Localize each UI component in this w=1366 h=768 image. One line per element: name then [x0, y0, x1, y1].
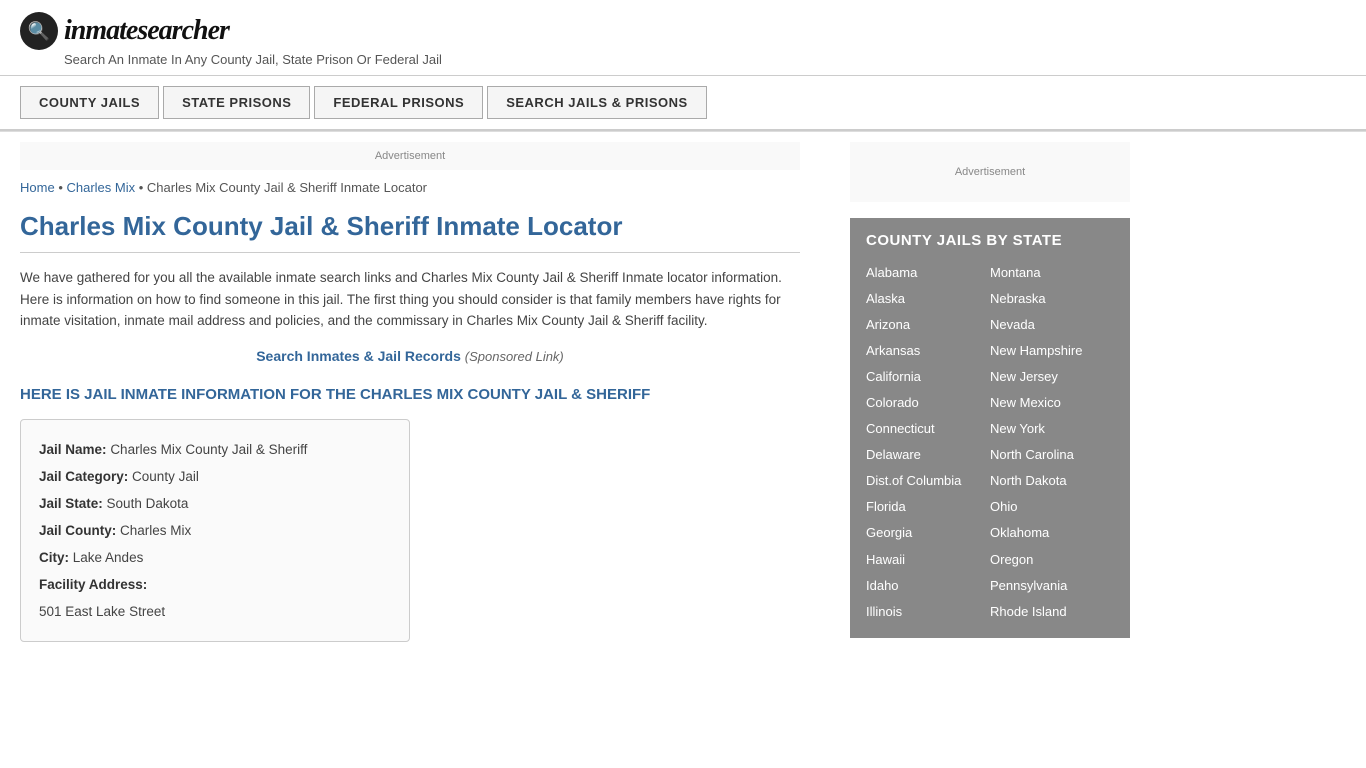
- state-link[interactable]: Nevada: [990, 313, 1114, 337]
- jail-county-row: Jail County: Charles Mix: [39, 517, 391, 544]
- state-link[interactable]: Arizona: [866, 313, 990, 337]
- state-link[interactable]: Nebraska: [990, 287, 1114, 311]
- jail-category-row: Jail Category: County Jail: [39, 463, 391, 490]
- state-link[interactable]: Alaska: [866, 287, 990, 311]
- state-link[interactable]: New Mexico: [990, 391, 1114, 415]
- jail-address-label: Facility Address:: [39, 577, 147, 592]
- state-link[interactable]: Dist.of Columbia: [866, 469, 990, 493]
- jail-state-label: Jail State:: [39, 496, 103, 511]
- jail-state-value-text: South Dakota: [107, 496, 189, 511]
- state-link[interactable]: Illinois: [866, 600, 990, 624]
- states-right-col: MontanaNebraskaNevadaNew HampshireNew Je…: [990, 261, 1114, 624]
- jail-city-row: City: Lake Andes: [39, 544, 391, 571]
- search-link-section: Search Inmates & Jail Records (Sponsored…: [20, 348, 800, 364]
- jail-section-header: HERE IS JAIL INMATE INFORMATION FOR THE …: [20, 384, 800, 405]
- jail-category-label: Jail Category:: [39, 469, 128, 484]
- main-layout: Advertisement Home • Charles Mix • Charl…: [0, 132, 1366, 672]
- state-list-title: COUNTY JAILS BY STATE: [866, 232, 1114, 249]
- state-link[interactable]: Idaho: [866, 574, 990, 598]
- logo-icon: 🔍: [20, 12, 58, 50]
- breadcrumb-current: Charles Mix County Jail & Sheriff Inmate…: [147, 180, 427, 195]
- states-left-col: AlabamaAlaskaArizonaArkansasCaliforniaCo…: [866, 261, 990, 624]
- jail-address-row: Facility Address: 501 East Lake Street: [39, 571, 391, 625]
- state-link[interactable]: Colorado: [866, 391, 990, 415]
- sponsored-text: (Sponsored Link): [465, 349, 564, 364]
- state-link[interactable]: New York: [990, 417, 1114, 441]
- state-link[interactable]: Connecticut: [866, 417, 990, 441]
- state-link[interactable]: New Jersey: [990, 365, 1114, 389]
- nav-bar: COUNTY JAILS STATE PRISONS FEDERAL PRISO…: [0, 76, 1366, 131]
- jail-address-value: 501 East Lake Street: [39, 604, 165, 619]
- jail-name-row: Jail Name: Charles Mix County Jail & She…: [39, 436, 391, 463]
- state-link[interactable]: Rhode Island: [990, 600, 1114, 624]
- breadcrumb-parent[interactable]: Charles Mix: [66, 180, 135, 195]
- nav-federal-prisons[interactable]: FEDERAL PRISONS: [314, 86, 483, 119]
- jail-category-value-text: County Jail: [132, 469, 199, 484]
- nav-county-jails[interactable]: COUNTY JAILS: [20, 86, 159, 119]
- state-link[interactable]: Oklahoma: [990, 521, 1114, 545]
- state-link[interactable]: Pennsylvania: [990, 574, 1114, 598]
- page-description: We have gathered for you all the availab…: [20, 267, 800, 332]
- state-link[interactable]: North Carolina: [990, 443, 1114, 467]
- site-tagline: Search An Inmate In Any County Jail, Sta…: [64, 52, 1346, 67]
- state-link[interactable]: Delaware: [866, 443, 990, 467]
- logo-area: 🔍 inmatesearcher: [20, 12, 1346, 50]
- state-link[interactable]: New Hampshire: [990, 339, 1114, 363]
- state-link[interactable]: Ohio: [990, 495, 1114, 519]
- logo-text: inmatesearcher: [64, 15, 229, 47]
- logo-plain: inmate: [64, 15, 137, 46]
- breadcrumb-sep2: •: [139, 180, 147, 195]
- nav-search-jails[interactable]: SEARCH JAILS & PRISONS: [487, 86, 706, 119]
- state-link[interactable]: Georgia: [866, 521, 990, 545]
- jail-info-box: Jail Name: Charles Mix County Jail & She…: [20, 419, 410, 642]
- state-list-box: COUNTY JAILS BY STATE AlabamaAlaskaArizo…: [850, 218, 1130, 638]
- search-inmates-link[interactable]: Search Inmates & Jail Records: [256, 348, 461, 364]
- state-link[interactable]: Montana: [990, 261, 1114, 285]
- state-link[interactable]: Arkansas: [866, 339, 990, 363]
- state-link[interactable]: North Dakota: [990, 469, 1114, 493]
- state-link[interactable]: Oregon: [990, 548, 1114, 572]
- jail-city-label: City:: [39, 550, 69, 565]
- site-header: 🔍 inmatesearcher Search An Inmate In Any…: [0, 0, 1366, 76]
- top-ad-banner: Advertisement: [20, 142, 800, 170]
- main-content: Advertisement Home • Charles Mix • Charl…: [0, 132, 830, 672]
- state-link[interactable]: Hawaii: [866, 548, 990, 572]
- jail-city-value-text: Lake Andes: [73, 550, 144, 565]
- nav-state-prisons[interactable]: STATE PRISONS: [163, 86, 310, 119]
- breadcrumb: Home • Charles Mix • Charles Mix County …: [20, 180, 800, 195]
- breadcrumb-home[interactable]: Home: [20, 180, 55, 195]
- state-link[interactable]: Alabama: [866, 261, 990, 285]
- state-link[interactable]: California: [866, 365, 990, 389]
- sidebar: Advertisement COUNTY JAILS BY STATE Alab…: [830, 132, 1150, 672]
- jail-name-value-text: Charles Mix County Jail & Sheriff: [110, 442, 307, 457]
- state-link[interactable]: Florida: [866, 495, 990, 519]
- logo-italic: searcher: [137, 15, 229, 46]
- jail-name-label: Jail Name:: [39, 442, 107, 457]
- page-title: Charles Mix County Jail & Sheriff Inmate…: [20, 211, 800, 253]
- jail-county-label: Jail County:: [39, 523, 116, 538]
- jail-county-value-text: Charles Mix: [120, 523, 191, 538]
- jail-state-row: Jail State: South Dakota: [39, 490, 391, 517]
- state-columns: AlabamaAlaskaArizonaArkansasCaliforniaCo…: [866, 261, 1114, 624]
- sidebar-ad-banner: Advertisement: [850, 142, 1130, 202]
